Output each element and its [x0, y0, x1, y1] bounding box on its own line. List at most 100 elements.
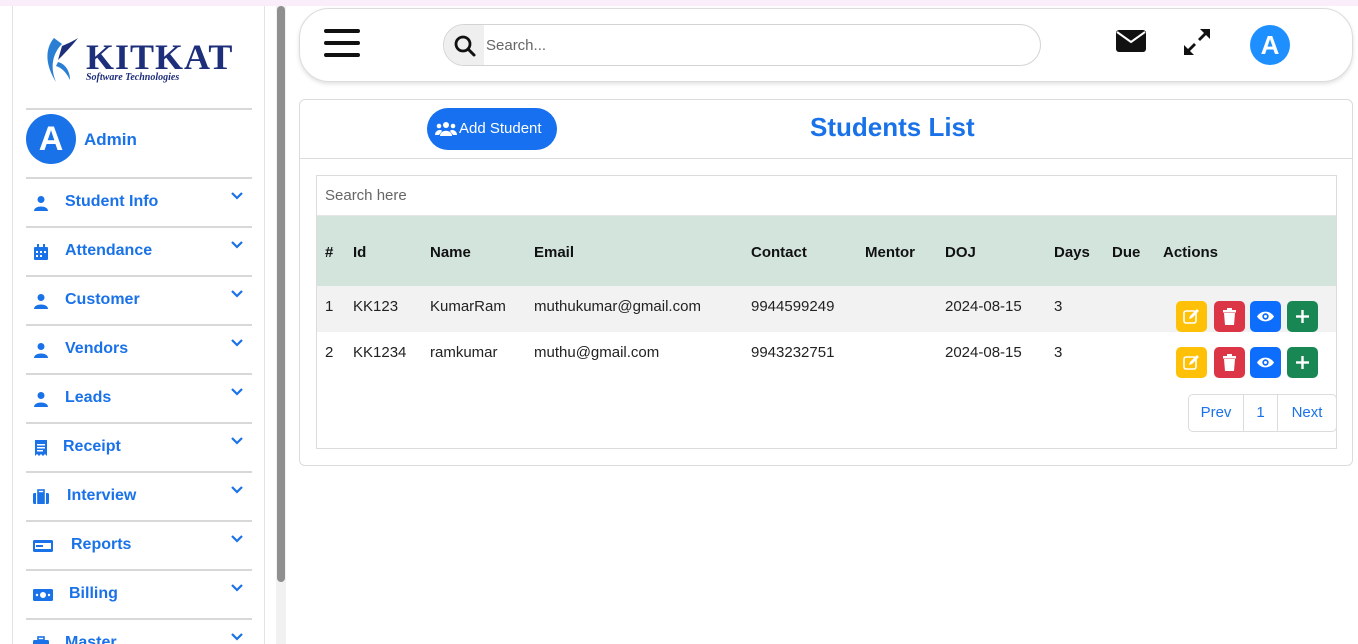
- logo-tagline: Software Technologies: [86, 72, 180, 83]
- sidebar-item-attendance[interactable]: Attendance: [26, 226, 252, 275]
- add-button[interactable]: [1287, 347, 1318, 378]
- column-header: Contact: [751, 244, 807, 261]
- column-header: #: [325, 244, 334, 261]
- plus-icon: [1296, 356, 1309, 369]
- users-icon: [435, 122, 457, 136]
- cell-doj: 2024-08-15: [945, 298, 1022, 315]
- user-icon: [34, 294, 48, 309]
- receipt-icon: [35, 440, 47, 456]
- card-header: Add Student Students List: [300, 100, 1352, 159]
- sidebar-item-billing[interactable]: Billing: [26, 569, 252, 618]
- chevron-down-icon: [231, 241, 243, 249]
- cell-num: 2: [325, 344, 334, 361]
- cell-email: muthu@gmail.com: [534, 344, 660, 361]
- sidebar-item-label: Customer: [65, 291, 140, 308]
- briefcase-icon: [33, 636, 49, 644]
- trash-icon: [1223, 354, 1236, 371]
- sidebar-item-receipt[interactable]: Receipt: [26, 422, 252, 471]
- sidebar-item-label: Master: [65, 634, 117, 644]
- user-avatar[interactable]: A: [1250, 25, 1290, 65]
- money-icon: [33, 589, 53, 601]
- cell-email: muthukumar@gmail.com: [534, 298, 701, 315]
- sidebar-item-leads[interactable]: Leads: [26, 373, 252, 422]
- eye-icon: [1257, 357, 1274, 368]
- sidebar-item-reports[interactable]: Reports: [26, 520, 252, 569]
- card-icon: [33, 540, 53, 552]
- add-student-button[interactable]: Add Student: [427, 108, 557, 150]
- sidebar-item-student-info[interactable]: Student Info: [26, 177, 252, 226]
- search-icon[interactable]: [444, 25, 484, 65]
- global-search: [443, 24, 1041, 66]
- chevron-down-icon: [231, 486, 243, 494]
- pagination-next[interactable]: Next: [1278, 395, 1336, 431]
- column-header: Name: [430, 244, 471, 261]
- cell-num: 1: [325, 298, 334, 315]
- chevron-down-icon: [231, 192, 243, 200]
- user-name: Admin: [84, 130, 137, 149]
- cell-id: KK1234: [353, 344, 407, 361]
- avatar: A: [26, 114, 76, 164]
- company-logo: KITKAT Software Technologies: [26, 6, 252, 110]
- calendar-icon: [34, 244, 48, 260]
- edit-icon: [1183, 309, 1199, 324]
- sidebar-item-label: Attendance: [65, 242, 153, 259]
- sidebar-item-label: Interview: [67, 487, 137, 504]
- cell-name: KumarRam: [430, 298, 506, 315]
- cell-name: ramkumar: [430, 344, 498, 361]
- top-header: A: [299, 8, 1353, 82]
- students-table: # Id Name Email Contact Mentor DOJ Days …: [316, 175, 1337, 449]
- edit-icon: [1183, 355, 1199, 370]
- pagination-page[interactable]: 1: [1244, 395, 1278, 431]
- add-button[interactable]: [1287, 301, 1318, 332]
- chevron-down-icon: [231, 388, 243, 396]
- column-header: Id: [353, 244, 367, 261]
- fullscreen-icon[interactable]: [1182, 27, 1212, 57]
- view-button[interactable]: [1250, 347, 1281, 378]
- table-search-input[interactable]: [317, 176, 1336, 216]
- user-profile[interactable]: A Admin: [26, 114, 252, 174]
- user-icon: [34, 343, 48, 358]
- divider: [26, 108, 252, 110]
- edit-button[interactable]: [1176, 347, 1207, 378]
- chevron-down-icon: [231, 339, 243, 347]
- chevron-down-icon: [231, 584, 243, 592]
- sidebar-item-interview[interactable]: Interview: [26, 471, 252, 520]
- chevron-down-icon: [231, 535, 243, 543]
- sidebar-item-master[interactable]: Master: [26, 618, 252, 644]
- sidebar-item-label: Receipt: [63, 438, 121, 455]
- column-header: Actions: [1163, 244, 1219, 261]
- chevron-down-icon: [231, 633, 243, 641]
- pagination: Prev 1 Next: [1188, 394, 1337, 432]
- search-input[interactable]: [486, 25, 1026, 65]
- eye-icon: [1257, 311, 1274, 322]
- user-icon: [34, 196, 48, 211]
- cell-contact: 9944599249: [751, 298, 835, 315]
- students-card: Add Student Students List # Id Name Emai…: [299, 99, 1353, 466]
- plus-icon: [1296, 310, 1309, 323]
- sidebar-item-label: Student Info: [65, 193, 159, 210]
- cell-days: 3: [1054, 298, 1063, 315]
- table-header: # Id Name Email Contact Mentor DOJ Days …: [317, 216, 1336, 286]
- sidebar-item-vendors[interactable]: Vendors: [26, 324, 252, 373]
- edit-button[interactable]: [1176, 301, 1207, 332]
- column-header: DOJ: [945, 244, 976, 261]
- chevron-down-icon: [231, 290, 243, 298]
- logo-mark-icon: [47, 38, 78, 82]
- delete-button[interactable]: [1214, 301, 1245, 332]
- trash-icon: [1223, 308, 1236, 325]
- sidebar-item-label: Reports: [71, 536, 132, 553]
- mail-icon[interactable]: [1116, 30, 1146, 52]
- view-button[interactable]: [1250, 301, 1281, 332]
- cell-contact: 9943232751: [751, 344, 835, 361]
- pagination-prev[interactable]: Prev: [1189, 395, 1244, 431]
- user-icon: [34, 392, 48, 407]
- cell-days: 3: [1054, 344, 1063, 361]
- sidebar-item-label: Leads: [65, 389, 112, 406]
- table-row: 1 KK123 KumarRam muthukumar@gmail.com 99…: [317, 286, 1336, 332]
- cell-doj: 2024-08-15: [945, 344, 1022, 361]
- menu-toggle-icon[interactable]: [324, 29, 360, 57]
- sidebar-item-customer[interactable]: Customer: [26, 275, 252, 324]
- delete-button[interactable]: [1214, 347, 1245, 378]
- column-header: Mentor: [865, 244, 915, 261]
- sidebar-scrollbar-thumb[interactable]: [277, 6, 285, 582]
